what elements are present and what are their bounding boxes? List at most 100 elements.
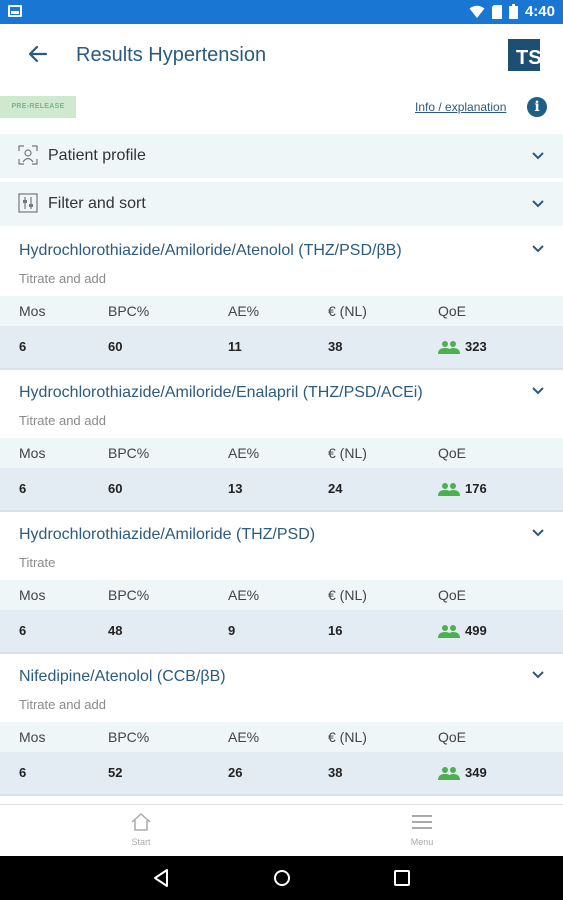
qoe-count: 349	[465, 765, 487, 780]
nav-menu-button[interactable]: Menu	[392, 811, 452, 847]
filter-sort-panel[interactable]: Filter and sort	[0, 182, 563, 226]
column-header-row: Mos BPC% AE% € (NL) QoE	[0, 722, 563, 752]
back-arrow-icon[interactable]	[24, 40, 52, 68]
wifi-icon	[469, 5, 485, 18]
value-qoe: 499	[438, 610, 487, 652]
header-ae: AE%	[228, 729, 260, 745]
header-qoe: QoE	[438, 729, 467, 745]
bottom-navigation: Start Menu	[0, 804, 563, 856]
value-row: 6 60 13 24 176	[0, 468, 563, 510]
result-card[interactable]: Hydrochlorothiazide/Amiloride/Atenolol (…	[0, 230, 563, 370]
result-title: Hydrochlorothiazide/Amiloride/Enalapril …	[19, 384, 423, 401]
result-subtitle: Titrate and add	[19, 271, 106, 286]
nav-start-button[interactable]: Start	[111, 811, 171, 847]
chevron-down-icon[interactable]	[531, 668, 545, 682]
patient-profile-icon	[18, 145, 38, 165]
status-bar: 4:40	[0, 0, 563, 24]
header-ae: AE%	[228, 587, 260, 603]
header-qoe: QoE	[438, 587, 467, 603]
result-subtitle: Titrate and add	[19, 413, 106, 428]
header-ae: AE%	[228, 303, 260, 319]
value-mos: 6	[19, 481, 27, 496]
qoe-count: 323	[465, 339, 487, 354]
hamburger-menu-icon	[412, 815, 432, 829]
notification-icon	[8, 5, 22, 17]
chevron-down-icon[interactable]	[531, 242, 545, 256]
info-explanation-link[interactable]: Info / explanation	[415, 100, 506, 114]
home-icon	[131, 813, 151, 831]
header-mos: Mos	[19, 729, 46, 745]
header-qoe: QoE	[438, 445, 467, 461]
value-cost: 24	[328, 481, 343, 496]
value-mos: 6	[19, 623, 27, 638]
value-cost: 16	[328, 623, 343, 638]
patient-profile-panel[interactable]: Patient profile	[0, 134, 563, 178]
chevron-down-icon[interactable]	[531, 384, 545, 398]
value-ae: 9	[228, 623, 236, 638]
status-time: 4:40	[524, 3, 555, 20]
value-ae: 26	[228, 765, 243, 780]
value-cost: 38	[328, 765, 343, 780]
header-ae: AE%	[228, 445, 260, 461]
pre-release-badge: PRE-RELEASE	[0, 96, 76, 118]
value-ae: 11	[228, 339, 242, 354]
header-bpc: BPC%	[108, 729, 150, 745]
patient-profile-label: Patient profile	[48, 147, 146, 164]
value-row: 6 52 26 38 349	[0, 752, 563, 794]
app-bar: Results Hypertension TS	[0, 24, 563, 86]
value-bpc: 60	[108, 481, 123, 496]
battery-icon	[508, 4, 518, 19]
info-icon[interactable]: i	[527, 97, 547, 117]
logo-text: TS	[516, 47, 542, 69]
people-icon	[438, 625, 460, 638]
nav-menu-label: Menu	[410, 837, 434, 847]
people-icon	[438, 341, 460, 354]
result-title: Hydrochlorothiazide/Amiloride/Atenolol (…	[19, 242, 402, 259]
value-qoe: 323	[438, 326, 487, 368]
header-mos: Mos	[19, 303, 46, 319]
result-card[interactable]: Hydrochlorothiazide/Amiloride/Enalapril …	[0, 372, 563, 512]
value-bpc: 60	[108, 339, 123, 354]
header-qoe: QoE	[438, 303, 467, 319]
people-icon	[438, 767, 460, 780]
value-bpc: 48	[108, 623, 123, 638]
page-title: Results Hypertension	[76, 44, 267, 66]
header-bpc: BPC%	[108, 303, 150, 319]
nav-start-label: Start	[131, 837, 151, 847]
back-triangle-icon[interactable]	[150, 867, 172, 889]
value-bpc: 52	[108, 765, 123, 780]
value-mos: 6	[19, 765, 27, 780]
app-logo: TS	[508, 39, 542, 71]
header-bpc: BPC%	[108, 587, 150, 603]
result-title: Hydrochlorothiazide/Amiloride (THZ/PSD)	[19, 526, 316, 543]
header-cost: € (NL)	[328, 587, 367, 603]
chevron-down-icon[interactable]	[531, 197, 545, 211]
result-subtitle: Titrate	[19, 555, 56, 570]
value-qoe: 349	[438, 752, 487, 794]
sim-icon	[491, 4, 502, 19]
chevron-down-icon[interactable]	[531, 149, 545, 163]
result-title: Nifedipine/Atenolol (CCB/βB)	[19, 668, 226, 685]
qoe-count: 176	[465, 481, 487, 496]
header-mos: Mos	[19, 445, 46, 461]
column-header-row: Mos BPC% AE% € (NL) QoE	[0, 438, 563, 468]
home-circle-icon[interactable]	[271, 867, 293, 889]
value-ae: 13	[228, 481, 243, 496]
filter-icon	[18, 193, 38, 213]
system-navigation-bar	[0, 856, 563, 900]
people-icon	[438, 483, 460, 496]
value-qoe: 176	[438, 468, 487, 510]
chevron-down-icon[interactable]	[531, 526, 545, 540]
header-cost: € (NL)	[328, 729, 367, 745]
header-mos: Mos	[19, 587, 46, 603]
value-mos: 6	[19, 339, 27, 354]
header-cost: € (NL)	[328, 445, 367, 461]
result-card[interactable]: Hydrochlorothiazide/Amiloride (THZ/PSD) …	[0, 514, 563, 654]
column-header-row: Mos BPC% AE% € (NL) QoE	[0, 296, 563, 326]
recents-square-icon[interactable]	[391, 867, 413, 889]
info-bar: PRE-RELEASE Info / explanation i	[0, 86, 563, 130]
value-row: 6 60 11 38 323	[0, 326, 563, 368]
header-bpc: BPC%	[108, 445, 150, 461]
result-card[interactable]: Nifedipine/Atenolol (CCB/βB) Titrate and…	[0, 656, 563, 796]
header-cost: € (NL)	[328, 303, 367, 319]
